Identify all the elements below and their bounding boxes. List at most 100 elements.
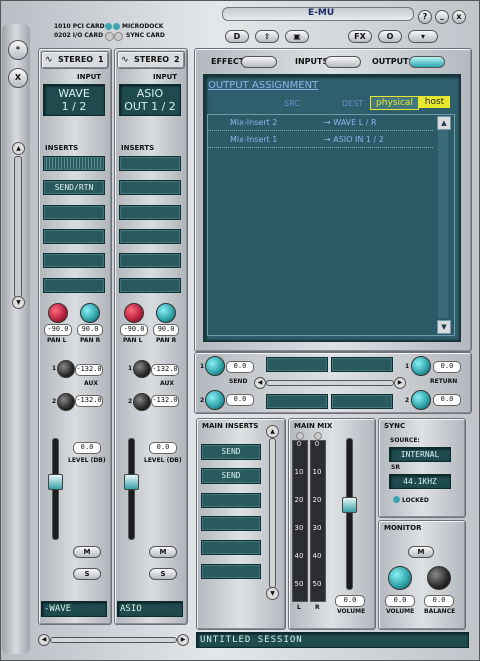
send-2-value[interactable]: 0.0 bbox=[226, 394, 254, 406]
strip-2-aux-2-knob[interactable] bbox=[133, 393, 151, 411]
strip-2-aux-2-value[interactable]: -132.0 bbox=[151, 395, 179, 407]
strip-2-insert-6[interactable] bbox=[119, 278, 181, 293]
strip-1-aux-2-knob[interactable] bbox=[57, 393, 75, 411]
side-button-2[interactable]: X bbox=[8, 68, 28, 88]
strip-2-insert-1[interactable] bbox=[119, 156, 181, 171]
strip-2-pan-l-knob[interactable] bbox=[124, 303, 144, 323]
monitor-volume-knob[interactable] bbox=[388, 566, 412, 590]
strip-scrollbar[interactable] bbox=[50, 637, 177, 643]
host-toggle[interactable]: host bbox=[419, 96, 450, 108]
strip-1-insert-5[interactable] bbox=[43, 253, 105, 268]
send-slot-4[interactable] bbox=[331, 394, 393, 409]
tab-outputs[interactable] bbox=[409, 56, 445, 68]
send-1-value[interactable]: 0.0 bbox=[226, 361, 254, 373]
strip-1-mute-button[interactable]: M bbox=[73, 546, 101, 558]
monitor-volume-value[interactable]: 0.0 bbox=[385, 595, 415, 607]
main-inserts-scroll-down[interactable]: ▼ bbox=[266, 587, 279, 600]
strip-2-solo-button[interactable]: S bbox=[149, 568, 177, 580]
help-button[interactable]: ? bbox=[418, 10, 432, 24]
physical-toggle[interactable]: physical bbox=[370, 96, 419, 110]
main-insert-1[interactable]: SEND bbox=[201, 444, 261, 460]
strip-2-insert-5[interactable] bbox=[119, 253, 181, 268]
tab-inputs[interactable] bbox=[325, 56, 361, 68]
strip-1-aux-1-knob[interactable] bbox=[57, 360, 75, 378]
send-2-knob[interactable] bbox=[205, 390, 225, 410]
main-insert-5[interactable] bbox=[201, 540, 261, 555]
main-insert-2[interactable]: SEND bbox=[201, 468, 261, 484]
strip-1-insert-1[interactable] bbox=[43, 156, 105, 171]
return-1-value[interactable]: 0.0 bbox=[433, 361, 461, 373]
toolbar-button-o[interactable]: O bbox=[378, 30, 402, 43]
strip-1-insert-3[interactable] bbox=[43, 205, 105, 220]
strip-2-pan-r-value[interactable]: 90.0 bbox=[153, 324, 179, 336]
strip-1-pan-l-knob[interactable] bbox=[48, 303, 68, 323]
monitor-balance-knob[interactable] bbox=[427, 566, 451, 590]
minimize-button[interactable]: _ bbox=[435, 10, 449, 24]
list-scroll-down[interactable]: ▼ bbox=[437, 320, 451, 334]
tab-effect[interactable] bbox=[241, 56, 277, 68]
strip-2-input-display[interactable]: ASIO OUT 1 / 2 bbox=[119, 84, 181, 116]
sync-source-display[interactable]: INTERNAL bbox=[389, 447, 451, 462]
send-scrollbar[interactable] bbox=[266, 380, 394, 386]
main-volume-fader-track[interactable] bbox=[346, 438, 353, 590]
assignment-row-2[interactable]: Mix-Insert 1 → ASIO IN 1 / 2 bbox=[208, 133, 433, 148]
return-1-knob[interactable] bbox=[411, 356, 431, 376]
toolbar-button-open[interactable]: ⇧ bbox=[255, 30, 279, 43]
strip-1-aux-1-value[interactable]: -132.0 bbox=[75, 364, 103, 376]
return-2-value[interactable]: 0.0 bbox=[433, 394, 461, 406]
side-button-1[interactable]: * bbox=[8, 40, 28, 60]
strip-2-insert-4[interactable] bbox=[119, 229, 181, 244]
sync-sr-display[interactable]: 44.1KHZ bbox=[389, 474, 451, 489]
side-scroll-up[interactable]: ▲ bbox=[12, 142, 25, 155]
strip-1-level-value[interactable]: 0.0 bbox=[73, 442, 101, 454]
close-button[interactable]: x bbox=[452, 10, 466, 24]
list-scroll-up[interactable]: ▲ bbox=[437, 116, 451, 130]
main-volume-fader-handle[interactable] bbox=[342, 497, 357, 513]
send-1-knob[interactable] bbox=[205, 356, 225, 376]
strip-1-pan-r-knob[interactable] bbox=[80, 303, 100, 323]
send-slot-3[interactable] bbox=[266, 394, 328, 409]
strip-2-pan-r-knob[interactable] bbox=[156, 303, 176, 323]
strip-1-pan-r-value[interactable]: 90.0 bbox=[77, 324, 103, 336]
strip-scroll-left[interactable]: ◀ bbox=[38, 634, 50, 646]
monitor-mute-button[interactable]: M bbox=[408, 546, 434, 558]
strip-2-insert-3[interactable] bbox=[119, 205, 181, 220]
toolbar-button-save[interactable]: ▣ bbox=[285, 30, 309, 43]
toolbar-button-fx[interactable]: FX bbox=[348, 30, 372, 43]
send-scroll-right[interactable]: ▶ bbox=[394, 377, 406, 389]
side-scrollbar[interactable] bbox=[14, 156, 22, 298]
strip-2-aux-1-knob[interactable] bbox=[133, 360, 151, 378]
strip-2-name-display[interactable]: ASIO bbox=[117, 601, 183, 617]
strip-1-fader-handle[interactable] bbox=[48, 474, 63, 490]
main-inserts-scrollbar[interactable] bbox=[269, 438, 276, 588]
main-inserts-scroll-up[interactable]: ▲ bbox=[266, 425, 279, 438]
monitor-balance-value[interactable]: 0.0 bbox=[424, 595, 454, 607]
return-2-knob[interactable] bbox=[411, 390, 431, 410]
strip-1-solo-button[interactable]: S bbox=[73, 568, 101, 580]
strip-1-insert-6[interactable] bbox=[43, 278, 105, 293]
side-scroll-down[interactable]: ▼ bbox=[12, 296, 25, 309]
send-slot-2[interactable] bbox=[331, 357, 393, 372]
main-insert-4[interactable] bbox=[201, 516, 261, 531]
main-insert-6[interactable] bbox=[201, 564, 261, 579]
send-scroll-left[interactable]: ◀ bbox=[254, 377, 266, 389]
toolbar-button-d[interactable]: D bbox=[225, 30, 249, 43]
main-insert-3[interactable] bbox=[201, 493, 261, 508]
assignment-row-1[interactable]: Mix-Insert 2 → WAVE L / R bbox=[208, 116, 433, 131]
strip-1-name-display[interactable]: -WAVE bbox=[41, 601, 107, 617]
strip-scroll-right[interactable]: ▶ bbox=[177, 634, 189, 646]
strip-1-insert-2[interactable]: SEND/RTN bbox=[43, 180, 105, 195]
strip-2-pan-l-value[interactable]: -90.0 bbox=[120, 324, 148, 336]
strip-1-input-display[interactable]: WAVE 1 / 2 bbox=[43, 84, 105, 116]
strip-2-level-value[interactable]: 0.0 bbox=[149, 442, 177, 454]
strip-2-insert-2[interactable] bbox=[119, 180, 181, 195]
strip-1-aux-2-value[interactable]: -132.0 bbox=[75, 395, 103, 407]
toolbar-button-menu[interactable]: ▾ bbox=[408, 30, 438, 43]
strip-1-pan-l-value[interactable]: -90.0 bbox=[44, 324, 72, 336]
strip-2-header[interactable]: ∿ STEREO 2 bbox=[117, 51, 185, 69]
strip-1-insert-4[interactable] bbox=[43, 229, 105, 244]
strip-2-fader-handle[interactable] bbox=[124, 474, 139, 490]
strip-2-aux-1-value[interactable]: -132.0 bbox=[151, 364, 179, 376]
list-scrollbar[interactable] bbox=[438, 130, 448, 318]
strip-2-mute-button[interactable]: M bbox=[149, 546, 177, 558]
